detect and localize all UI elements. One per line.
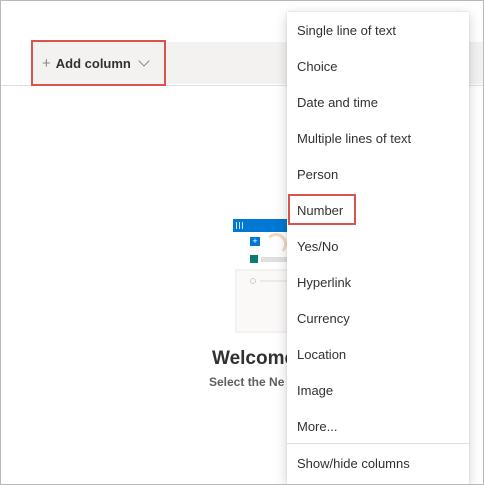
menu-item-yes-no[interactable]: Yes/No	[287, 228, 469, 264]
waffle-icon	[236, 222, 243, 229]
menu-item-hyperlink[interactable]: Hyperlink	[287, 264, 469, 300]
chevron-down-icon	[138, 55, 150, 67]
menu-item-location[interactable]: Location	[287, 336, 469, 372]
add-column-button[interactable]: + Add column	[31, 40, 166, 86]
menu-item-multiple-lines-of-text[interactable]: Multiple lines of text	[287, 120, 469, 156]
menu-item-date-and-time[interactable]: Date and time	[287, 84, 469, 120]
illustration-panel	[235, 269, 295, 333]
illustration-new-icon: +	[250, 237, 260, 246]
welcome-title: Welcome	[212, 348, 296, 369]
menu-item-number[interactable]: Number	[287, 192, 469, 228]
menu-item-single-line-of-text[interactable]: Single line of text	[287, 12, 469, 48]
illustration-circle	[250, 278, 256, 284]
app-frame: + Add column + Welcome Select the Ne Sin…	[0, 0, 484, 485]
add-column-dropdown-menu: Single line of text Choice Date and time…	[287, 12, 469, 484]
menu-item-person[interactable]: Person	[287, 156, 469, 192]
menu-item-more[interactable]: More...	[287, 408, 469, 444]
illustration-line	[260, 280, 290, 282]
plus-icon: +	[42, 54, 51, 72]
menu-item-choice[interactable]: Choice	[287, 48, 469, 84]
menu-item-image[interactable]: Image	[287, 372, 469, 408]
menu-item-show-hide-columns[interactable]: Show/hide columns	[287, 445, 469, 481]
menu-divider	[287, 443, 469, 444]
menu-item-currency[interactable]: Currency	[287, 300, 469, 336]
welcome-subtitle: Select the Ne	[209, 375, 285, 389]
add-column-label: Add column	[55, 55, 131, 71]
illustration-teal-block	[250, 255, 258, 263]
illustration-arc	[265, 233, 287, 255]
